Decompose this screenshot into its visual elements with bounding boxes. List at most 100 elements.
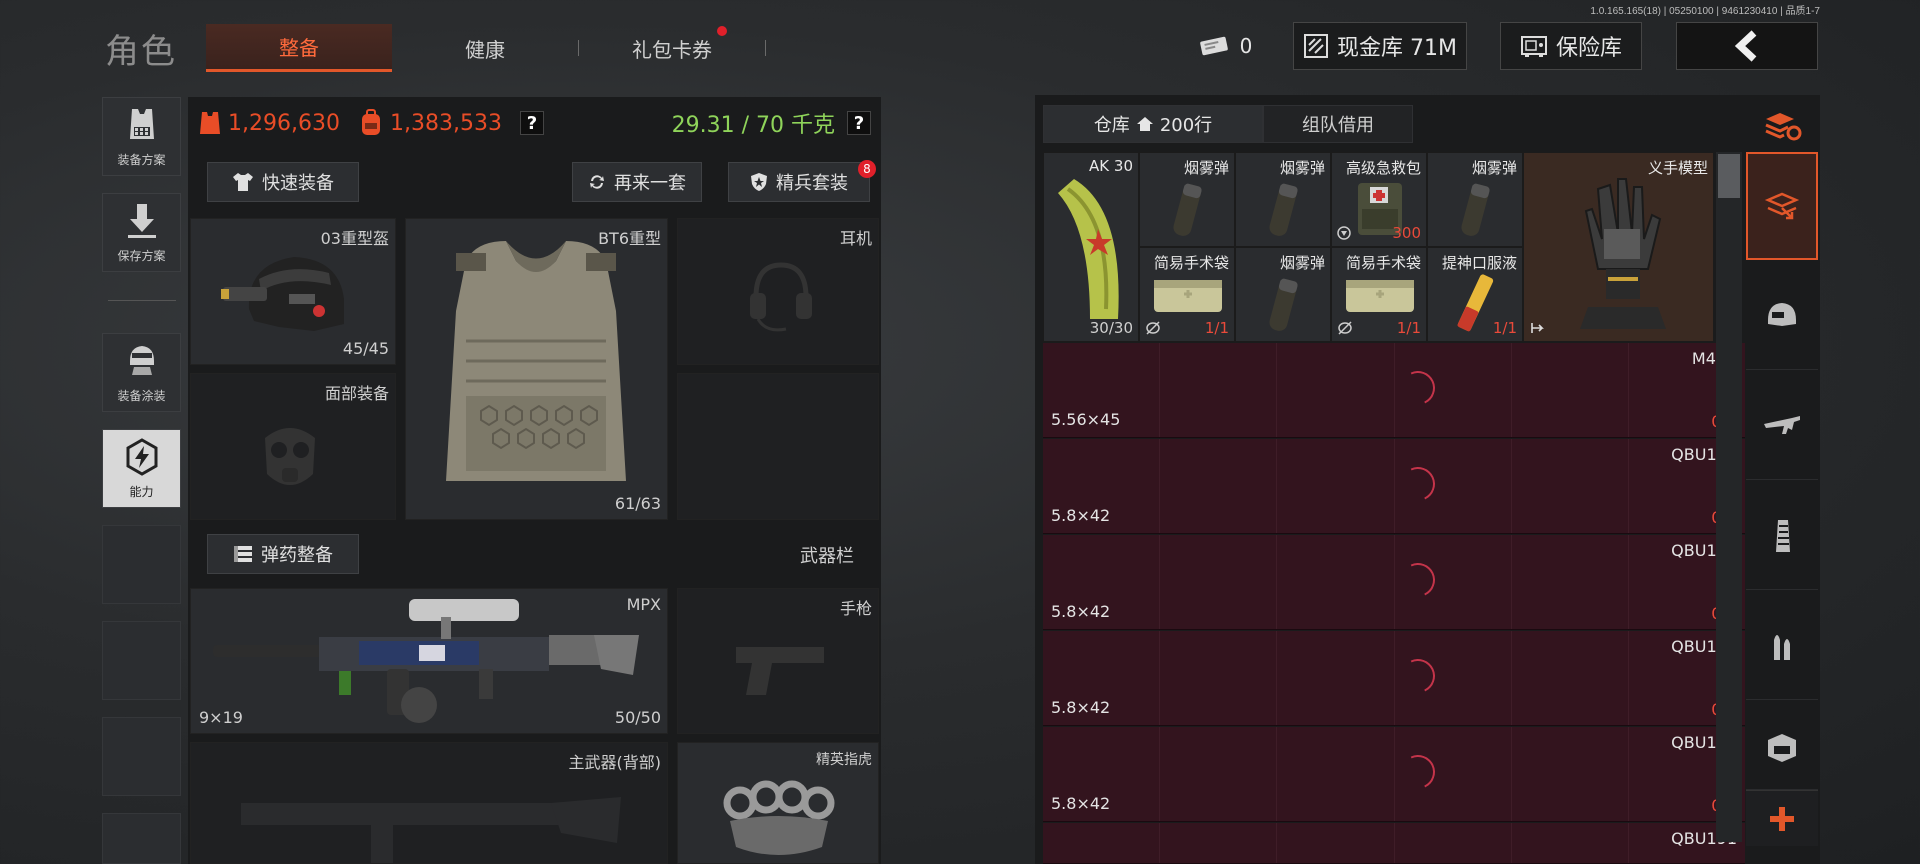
weight-help-button[interactable]: ?	[847, 111, 871, 135]
save-plan-label: 保存方案	[117, 249, 166, 263]
face-gear-slot[interactable]: 面部装备	[190, 373, 396, 520]
elite-set-button[interactable]: 精兵套装	[728, 162, 870, 202]
item-ak-magazine[interactable]: AK 30 30/30	[1043, 152, 1139, 342]
scrollbar-thumb[interactable]	[1718, 154, 1740, 198]
storage-tabs: 仓库 200行 组队借用	[1043, 105, 1413, 143]
weapon-caliber: 5.8×42	[1051, 794, 1111, 813]
category-magazine[interactable]	[1746, 482, 1818, 590]
weapon-row-qbu191[interactable]: QBU191 5.8×42 0/0	[1043, 727, 1745, 822]
item-smoke-grenade[interactable]: 烟雾弹	[1235, 152, 1331, 247]
lightning-hexagon-icon	[126, 438, 157, 476]
category-helmet[interactable]	[1746, 262, 1818, 370]
weapon-row-qbu191[interactable]: QBU191 5.8×42 0/0	[1043, 535, 1745, 630]
row-col	[1277, 535, 1395, 629]
tab-gift-coupons[interactable]: 礼包卡券	[579, 24, 765, 72]
weapon-row-qbu191[interactable]: QBU191	[1043, 823, 1745, 864]
cash-vault-label: 现金库 71M	[1337, 36, 1457, 61]
row-col	[1160, 535, 1278, 629]
item-prosthetic-hand-model[interactable]: 义手模型	[1523, 152, 1714, 342]
smg-image	[213, 599, 639, 723]
page-title: 角色	[105, 32, 177, 72]
weapon-row-qbu191[interactable]: QBU191 5.8×42 0/0	[1043, 631, 1745, 726]
value-help-button[interactable]: ?	[519, 111, 544, 135]
magazine-icon	[1776, 519, 1790, 552]
tab-warehouse-label: 仓库	[1093, 115, 1130, 136]
tab-warehouse[interactable]: 仓库 200行	[1043, 105, 1263, 143]
ticket-counter[interactable]: 0	[1190, 22, 1260, 70]
row-grid	[1043, 631, 1745, 725]
row-col	[1512, 535, 1629, 629]
primary-weapon-caliber: 9×19	[199, 708, 243, 727]
row-col	[1277, 823, 1395, 863]
primary-back-slot[interactable]: 主武器(背部)	[190, 742, 668, 864]
empty-gear-slot[interactable]	[677, 373, 879, 520]
shield-icon	[751, 173, 767, 191]
ammo-stack-icon	[234, 546, 252, 562]
sort-stack-button[interactable]	[1746, 98, 1818, 154]
backpack-icon	[361, 109, 380, 135]
item-smoke-grenade[interactable]: 烟雾弹	[1235, 247, 1331, 342]
back-button[interactable]	[1676, 22, 1818, 70]
helmet-slot[interactable]: 03重型盔 45/45	[190, 218, 396, 365]
backpack-value-stat: 1,383,533	[358, 109, 502, 137]
headset-slot[interactable]: 耳机	[677, 218, 879, 365]
safe-vault-button[interactable]: 保险库	[1500, 22, 1642, 70]
equipment-skin-button[interactable]: 装备涂装	[102, 333, 181, 412]
exit-icon	[1531, 323, 1544, 333]
melee-slot[interactable]: 精英指虎	[677, 742, 879, 864]
primary-weapon-slot[interactable]: MPX 9×19 50/50	[190, 588, 668, 734]
row-col	[1277, 631, 1395, 725]
tab-equip[interactable]: 整备	[206, 24, 392, 72]
item-surgical-bag[interactable]: 简易手术袋 1/1	[1139, 247, 1235, 342]
save-plan-button[interactable]: 保存方案	[102, 193, 181, 272]
item-name: AK 30	[1089, 157, 1133, 175]
empty-tool-slot	[102, 621, 181, 700]
row-col	[1512, 823, 1629, 863]
ability-label: 能力	[129, 485, 154, 499]
row-col	[1043, 823, 1161, 863]
category-all[interactable]	[1746, 152, 1818, 260]
ammo-equip-label: 弹药整备	[261, 545, 333, 566]
item-smoke-grenade[interactable]: 烟雾弹	[1139, 152, 1235, 247]
quick-equip-button[interactable]: 快速装备	[207, 162, 359, 202]
rifle-placeholder-icon	[241, 797, 621, 863]
item-count: 30/30	[1089, 319, 1133, 337]
vest-slot[interactable]: BT6重型 61/63	[405, 218, 668, 520]
ability-button[interactable]: 能力	[102, 429, 181, 508]
item-count: 1/1	[1492, 319, 1517, 337]
category-ammo[interactable]	[1746, 592, 1818, 700]
equip-again-button[interactable]: 再来一套	[572, 162, 702, 202]
cash-vault-button[interactable]: 现金库 71M	[1293, 22, 1467, 70]
item-energy-drink[interactable]: 提神口服液 1/1	[1427, 247, 1523, 342]
weapon-row-m4a1[interactable]: M4A1 5.56×45 0/0	[1043, 343, 1745, 438]
melee-name: 精英指虎	[816, 752, 872, 768]
weapon-row-qbu191[interactable]: QBU191 5.8×42 0/0	[1043, 439, 1745, 534]
tab-team-borrow[interactable]: 组队借用	[1263, 105, 1413, 143]
category-gear[interactable]	[1746, 702, 1818, 790]
item-count: 1/1	[1396, 319, 1421, 337]
item-first-aid-kit[interactable]: 高级急救包 300	[1331, 152, 1427, 247]
shirt-icon	[233, 173, 253, 191]
armor-value-stat: 1,296,630	[198, 110, 340, 136]
pistol-slot[interactable]: 手枪	[677, 588, 879, 734]
row-grid	[1043, 535, 1745, 629]
item-name: 简易手术袋	[1345, 254, 1421, 272]
item-smoke-grenade[interactable]: 烟雾弹	[1427, 152, 1523, 247]
row-col	[1512, 727, 1629, 821]
add-category-button[interactable]	[1746, 790, 1818, 846]
category-rifle[interactable]	[1746, 372, 1818, 480]
ammo-equip-button[interactable]: 弹药整备	[207, 534, 359, 574]
loadout-plan-button[interactable]: 装备方案	[102, 97, 181, 176]
headset-label: 耳机	[839, 229, 872, 248]
item-surgical-bag[interactable]: 简易手术袋 1/1	[1331, 247, 1427, 342]
carry-weight: 29.31 / 70 千克	[671, 113, 835, 138]
safe-vault-label: 保险库	[1555, 36, 1622, 61]
surgical-bag-image	[1154, 280, 1222, 312]
row-col	[1160, 631, 1278, 725]
storage-scrollbar[interactable]	[1716, 152, 1742, 842]
chevron-left-icon	[1734, 30, 1757, 62]
helmet-paint-icon	[129, 346, 154, 375]
tab-health[interactable]: 健康	[392, 24, 578, 72]
empty-tool-slot	[102, 717, 181, 796]
row-col	[1277, 439, 1395, 533]
